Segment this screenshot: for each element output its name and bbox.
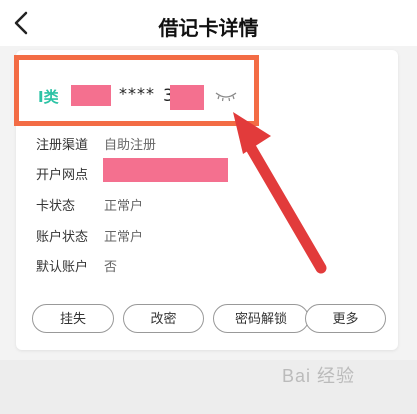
unlock-password-button[interactable]: 密码解锁 — [213, 304, 309, 333]
detail-label: 开户网点 — [36, 168, 89, 183]
highlight-annotation-box — [14, 55, 259, 126]
detail-value: 自助注册 — [104, 138, 157, 153]
detail-label: 默认账户 — [36, 260, 89, 275]
redacted-branch — [103, 158, 228, 182]
detail-value: 正常户 — [104, 230, 144, 245]
change-password-button[interactable]: 改密 — [123, 304, 204, 333]
top-bar: 借记卡详情 — [0, 0, 417, 46]
detail-label: 注册渠道 — [36, 138, 89, 153]
detail-value: 正常户 — [104, 199, 144, 214]
report-loss-button[interactable]: 挂失 — [32, 304, 114, 333]
page-title: 借记卡详情 — [158, 16, 259, 40]
detail-label: 卡状态 — [36, 199, 76, 214]
detail-label: 账户状态 — [36, 230, 89, 245]
red-arrow-annotation — [233, 112, 327, 274]
more-button[interactable]: 更多 — [305, 304, 386, 333]
detail-value: 否 — [104, 260, 118, 275]
watermark-text: Bai 经验 — [282, 366, 356, 386]
